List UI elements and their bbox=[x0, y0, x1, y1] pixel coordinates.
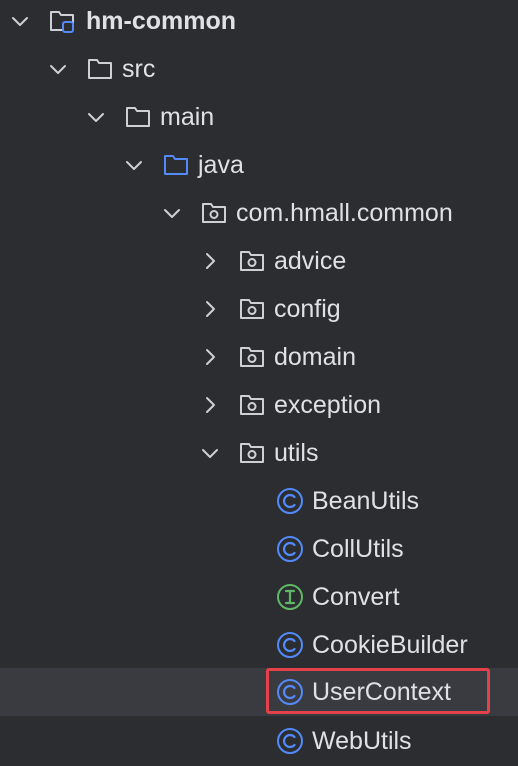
chevron-right-icon[interactable] bbox=[198, 345, 222, 369]
tree-item-label: WebUtils bbox=[312, 727, 412, 755]
tree-item-advice[interactable]: advice bbox=[0, 237, 518, 285]
folder-icon bbox=[86, 55, 114, 83]
tree-item-cookiebuilder[interactable]: CookieBuilder bbox=[0, 621, 518, 669]
tree-item-label: domain bbox=[274, 343, 356, 371]
chevron-right-icon[interactable] bbox=[198, 393, 222, 417]
tree-item-label: CollUtils bbox=[312, 535, 404, 563]
tree-item-hm-common[interactable]: hm-common bbox=[0, 0, 518, 45]
chevron-right-icon[interactable] bbox=[198, 297, 222, 321]
tree-item-exception[interactable]: exception bbox=[0, 381, 518, 429]
class-icon bbox=[276, 631, 304, 659]
class-icon bbox=[276, 678, 304, 706]
source-root-folder-icon bbox=[162, 151, 190, 179]
tree-item-label: hm-common bbox=[86, 7, 236, 35]
tree-item-label: config bbox=[274, 295, 341, 323]
tree-item-src[interactable]: src bbox=[0, 45, 518, 93]
tree-item-label: src bbox=[122, 55, 156, 83]
tree-item-label: BeanUtils bbox=[312, 487, 419, 515]
package-icon bbox=[238, 295, 266, 323]
tree-item-label: CookieBuilder bbox=[312, 631, 468, 659]
chevron-down-icon[interactable] bbox=[122, 153, 146, 177]
tree-item-beanutils[interactable]: BeanUtils bbox=[0, 477, 518, 525]
tree-item-label: Convert bbox=[312, 583, 400, 611]
project-tree: hm-common src main java com.hmall.common… bbox=[0, 0, 518, 766]
chevron-down-icon[interactable] bbox=[8, 9, 32, 33]
tree-item-label: utils bbox=[274, 439, 319, 467]
tree-item-webutils[interactable]: WebUtils bbox=[0, 717, 518, 765]
package-icon bbox=[200, 199, 228, 227]
chevron-down-icon[interactable] bbox=[198, 441, 222, 465]
tree-item-collutils[interactable]: CollUtils bbox=[0, 525, 518, 573]
chevron-down-icon[interactable] bbox=[84, 105, 108, 129]
tree-item-config[interactable]: config bbox=[0, 285, 518, 333]
tree-item-com-hmall-common[interactable]: com.hmall.common bbox=[0, 189, 518, 237]
tree-item-java[interactable]: java bbox=[0, 141, 518, 189]
tree-item-main[interactable]: main bbox=[0, 93, 518, 141]
package-icon bbox=[238, 343, 266, 371]
tree-item-label: exception bbox=[274, 391, 382, 419]
tree-item-domain[interactable]: domain bbox=[0, 333, 518, 381]
tree-item-convert[interactable]: Convert bbox=[0, 573, 518, 621]
tree-item-usercontext[interactable]: UserContext bbox=[0, 668, 518, 716]
tree-item-label: UserContext bbox=[312, 678, 451, 706]
folder-icon bbox=[124, 103, 152, 131]
chevron-down-icon[interactable] bbox=[46, 57, 70, 81]
package-icon bbox=[238, 391, 266, 419]
tree-item-utils[interactable]: utils bbox=[0, 429, 518, 477]
chevron-right-icon[interactable] bbox=[198, 249, 222, 273]
tree-item-label: advice bbox=[274, 247, 347, 275]
tree-item-label: java bbox=[198, 151, 244, 179]
class-icon bbox=[276, 535, 304, 563]
chevron-down-icon[interactable] bbox=[160, 201, 184, 225]
class-icon bbox=[276, 727, 304, 755]
class-icon bbox=[276, 487, 304, 515]
tree-item-label: com.hmall.common bbox=[236, 199, 453, 227]
interface-icon bbox=[276, 583, 304, 611]
tree-item-label: main bbox=[160, 103, 215, 131]
module-folder-icon bbox=[48, 7, 76, 35]
package-icon bbox=[238, 247, 266, 275]
package-icon bbox=[238, 439, 266, 467]
